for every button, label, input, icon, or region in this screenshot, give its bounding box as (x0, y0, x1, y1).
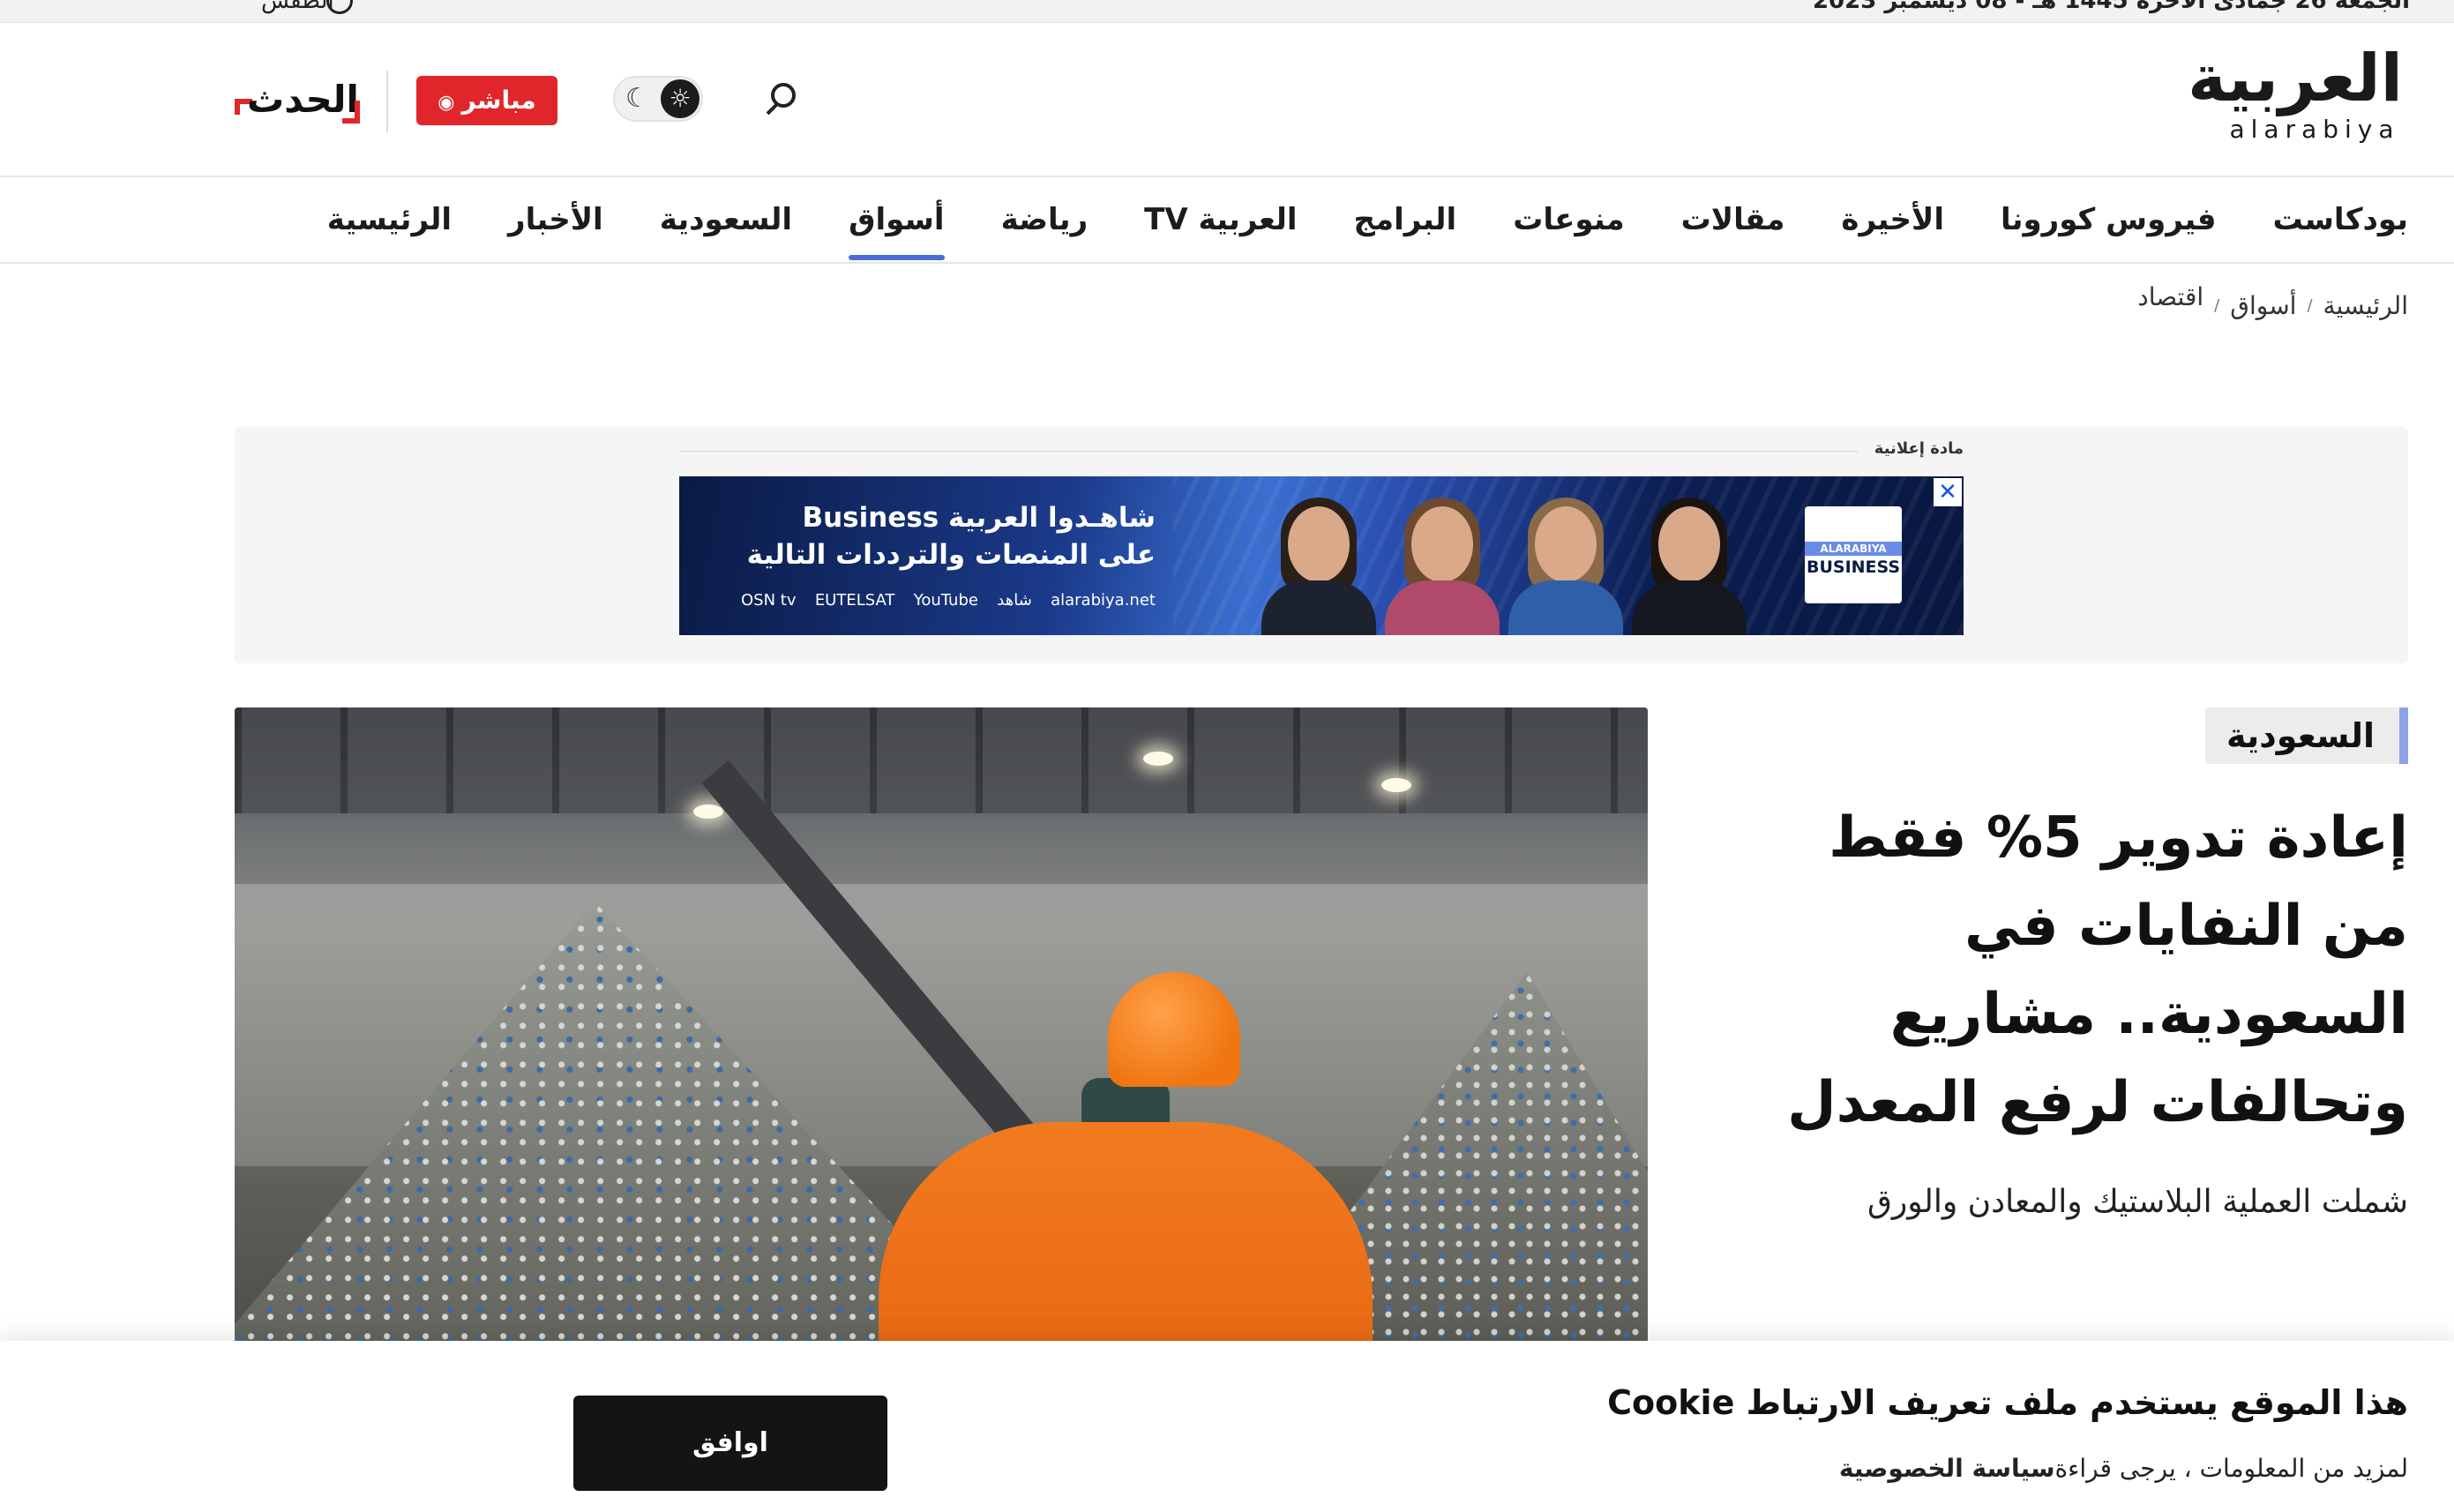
nav-item-news[interactable]: الأخبار (508, 177, 603, 262)
nav-item-latest[interactable]: الأخيرة (1841, 177, 1944, 262)
nav-item-programs[interactable]: البرامج (1354, 177, 1457, 262)
article-headline: إعادة تدوير 5% فقط من النفايات في السعود… (1787, 805, 2408, 1135)
ad-platform-shahid: شاهد (997, 591, 1032, 610)
article-hero-image (235, 707, 1648, 1343)
ad-platform-youtube: YouTube (913, 591, 978, 610)
theme-toggle[interactable]: ☾ ☼ (613, 76, 703, 122)
ad-divider (679, 451, 1858, 452)
nav-item-saudi[interactable]: السعودية (660, 177, 792, 262)
logo-arabic: العربية (2188, 41, 2403, 116)
breadcrumb-separator: / (2307, 296, 2313, 315)
ad-headline: شاهـدوا العربية Business على المنصات وال… (741, 499, 1156, 573)
header-divider (386, 71, 388, 132)
ad-headline-line-1: شاهـدوا العربية Business (802, 502, 1156, 534)
article-category-tag[interactable]: السعودية (2204, 707, 2408, 764)
logo-latin: alarabiya (2229, 115, 2400, 144)
ad-brand-line-1: ALARABIYA (1805, 542, 1902, 556)
ad-brand-line-2: BUSINESS (1806, 558, 1901, 577)
article-subhead: شملت العملية البلاستيك والمعادن والورق (1867, 1184, 2408, 1220)
ad-presenter-image (1632, 492, 1747, 635)
search-icon[interactable] (759, 78, 801, 120)
ad-platform-website: alarabiya.net (1051, 591, 1156, 610)
cookie-agree-button[interactable]: اوافق (573, 1396, 887, 1491)
nav-item-articles[interactable]: مقالات (1681, 177, 1785, 262)
ad-brand-logo: ALARABIYA BUSINESS (1805, 506, 1902, 603)
ad-platforms: OSN tv EUTELSAT YouTube شاهد alarabiya.n… (741, 591, 1156, 610)
ad-platform-osn: OSN tv (741, 591, 797, 610)
top-date-strip: الجمعة 26 جمادى الآخرة 1445 هـ - 08 ديسم… (0, 0, 2454, 23)
privacy-policy-link[interactable]: سياسة الخصوصية (1839, 1454, 2055, 1483)
breadcrumb-separator: / (2214, 296, 2220, 315)
ad-label: مادة إعلانية (1874, 439, 1964, 458)
cookie-more-info: لمزيد من المعلومات ، يرجى قراءةسياسة الخ… (1839, 1454, 2408, 1483)
nav-item-home[interactable]: الرئيسية (327, 177, 452, 262)
alhadath-logo[interactable]: الحدث (231, 74, 363, 131)
nav-item-podcast[interactable]: بودكاست (2273, 177, 2409, 262)
nav-item-alarabiya-tv[interactable]: العربية TV (1144, 177, 1297, 262)
live-signal-icon: ◉ (438, 92, 455, 114)
live-label: مباشر (461, 86, 536, 115)
current-date: الجمعة 26 جمادى الآخرة 1445 هـ - 08 ديسم… (1812, 0, 2410, 14)
ad-platform-eutelsat: EUTELSAT (814, 591, 895, 610)
breadcrumb-home[interactable]: الرئيسية (2323, 291, 2408, 320)
main-nav: الرئيسية الأخبار السعودية أسواق رياضة ال… (0, 177, 2454, 264)
nav-item-coronavirus[interactable]: فيروس كورونا (2001, 177, 2217, 262)
breadcrumb-markets[interactable]: أسواق (2230, 291, 2296, 320)
weather-label[interactable]: الطقس (261, 0, 334, 14)
ad-container: مادة إعلانية شاهـدوا العربية Business عل… (235, 427, 2408, 663)
alarabiya-logo[interactable]: العربية alarabiya (2188, 41, 2403, 144)
nav-list: الرئيسية الأخبار السعودية أسواق رياضة ال… (327, 177, 2408, 262)
cookie-more-prefix: لمزيد من المعلومات ، يرجى قراءة (2054, 1454, 2408, 1483)
ad-headline-line-2: على المنصات والترددات التالية (746, 539, 1156, 571)
nav-item-markets[interactable]: أسواق (849, 177, 946, 262)
ad-presenter-image (1385, 492, 1500, 635)
site-header: العربية alarabiya ☾ ☼ مباشر ◉ الحدث (0, 23, 2454, 177)
sun-icon: ☼ (661, 79, 700, 118)
cookie-banner: هذا الموقع يستخدم ملف تعريف الارتباط Coo… (0, 1341, 2454, 1512)
moon-icon: ☾ (625, 83, 649, 114)
nav-item-sports[interactable]: رياضة (1001, 177, 1089, 262)
nav-item-variety[interactable]: منوعات (1513, 177, 1624, 262)
live-button[interactable]: مباشر ◉ (416, 76, 557, 125)
close-icon[interactable]: ✕ (1934, 478, 1962, 506)
cookie-title: هذا الموقع يستخدم ملف تعريف الارتباط Coo… (1607, 1383, 2408, 1422)
breadcrumb-economy[interactable]: اقتصاد (2137, 282, 2203, 311)
ad-presenter-image (1508, 492, 1623, 635)
ad-presenter-image (1261, 492, 1376, 635)
breadcrumb: الرئيسية / أسواق / اقتصاد (2137, 282, 2408, 320)
ad-banner[interactable]: شاهـدوا العربية Business على المنصات وال… (679, 476, 1964, 635)
